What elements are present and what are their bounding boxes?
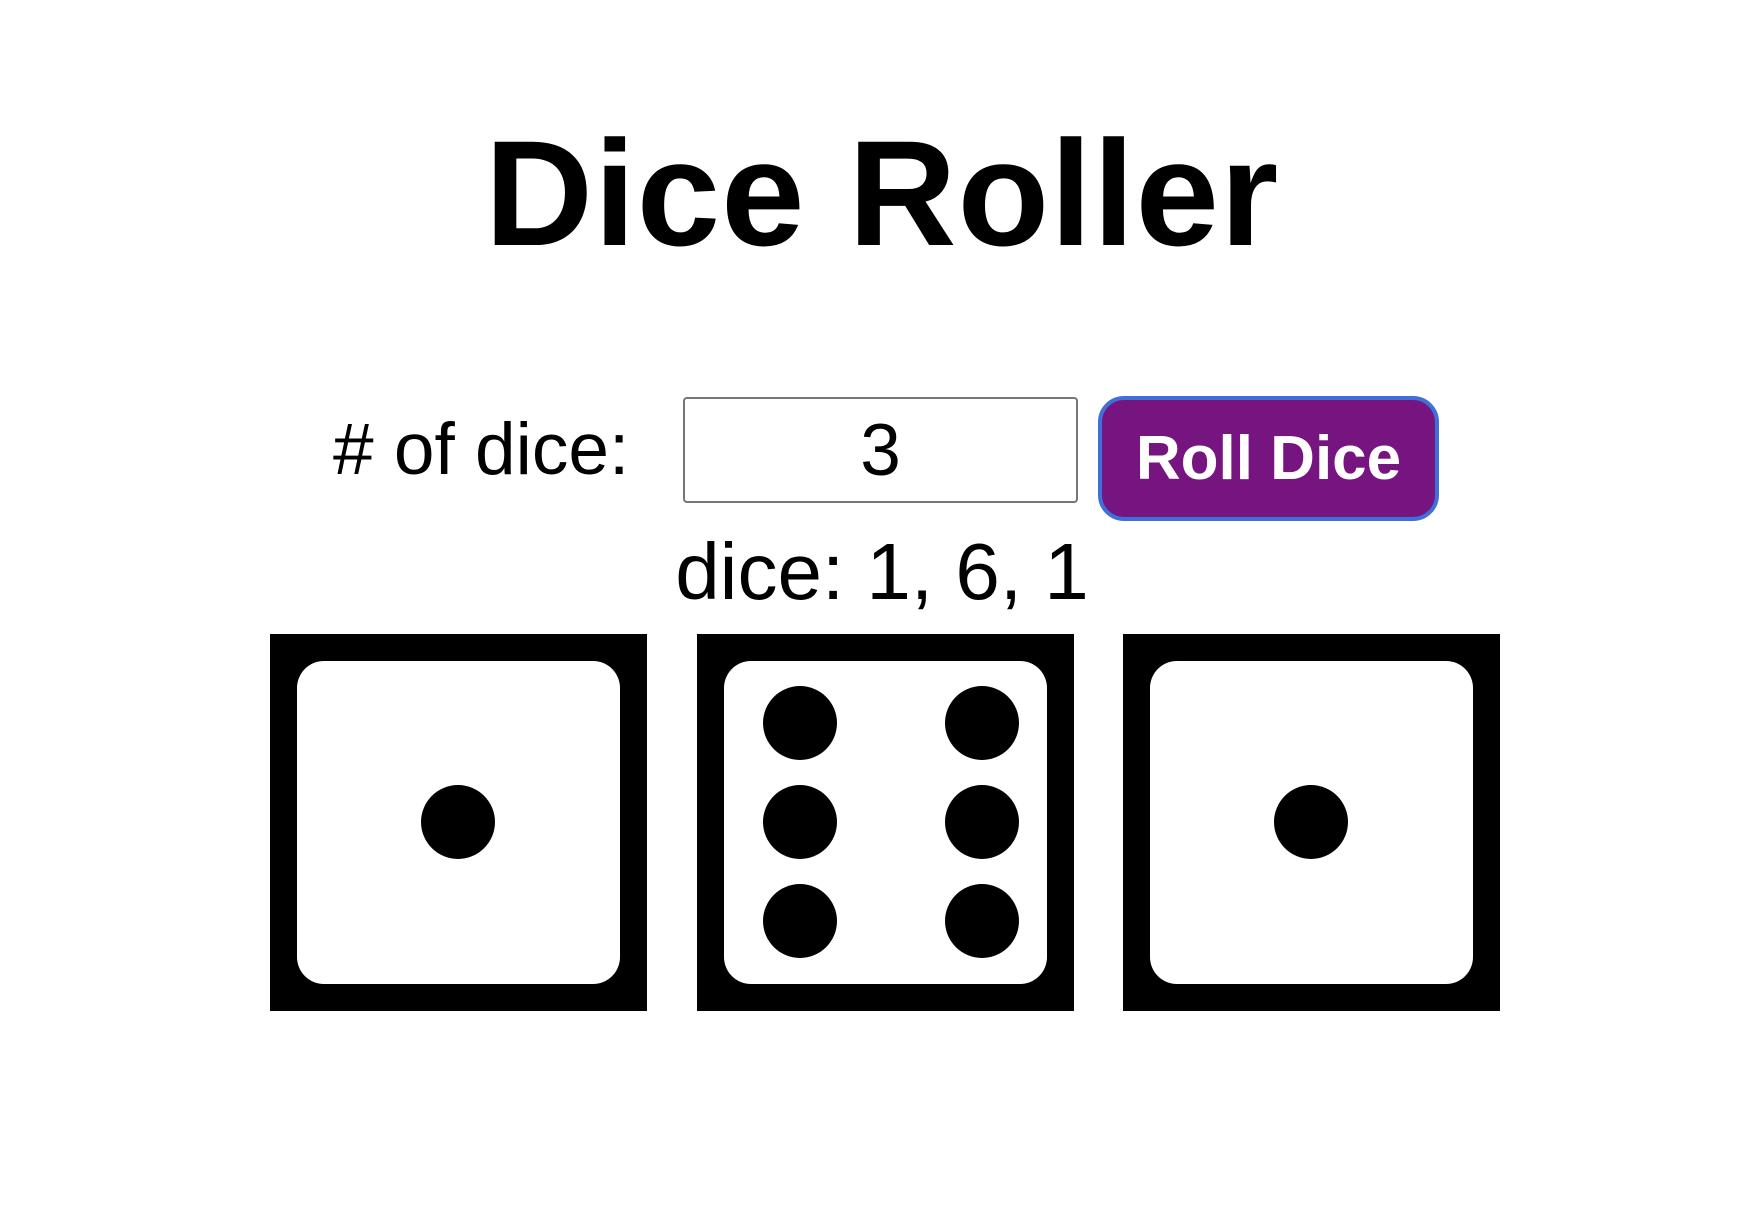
dice-display <box>270 634 1500 1011</box>
die-pip <box>1274 785 1348 859</box>
roll-dice-button[interactable]: Roll Dice <box>1098 396 1439 521</box>
die-pip <box>763 785 837 859</box>
dice-count-input[interactable] <box>683 397 1078 503</box>
die-pip <box>763 884 837 958</box>
die-3 <box>1123 634 1500 1011</box>
dice-count-label: # of dice: <box>333 409 630 490</box>
die-pip <box>763 686 837 760</box>
dice-result-label: dice: <box>675 527 845 616</box>
die-pip <box>945 785 1019 859</box>
page-title: Dice Roller <box>484 109 1280 277</box>
die-pip <box>945 686 1019 760</box>
die-face-graphic <box>1150 661 1473 984</box>
die-face-graphic <box>297 661 620 984</box>
die-1 <box>270 634 647 1011</box>
dice-result-values: 1, 6, 1 <box>866 527 1089 616</box>
die-face-graphic <box>724 661 1047 984</box>
die-2 <box>697 634 1074 1011</box>
dice-result: dice: 1, 6, 1 <box>0 532 1764 612</box>
die-pip <box>421 785 495 859</box>
die-pip <box>945 884 1019 958</box>
